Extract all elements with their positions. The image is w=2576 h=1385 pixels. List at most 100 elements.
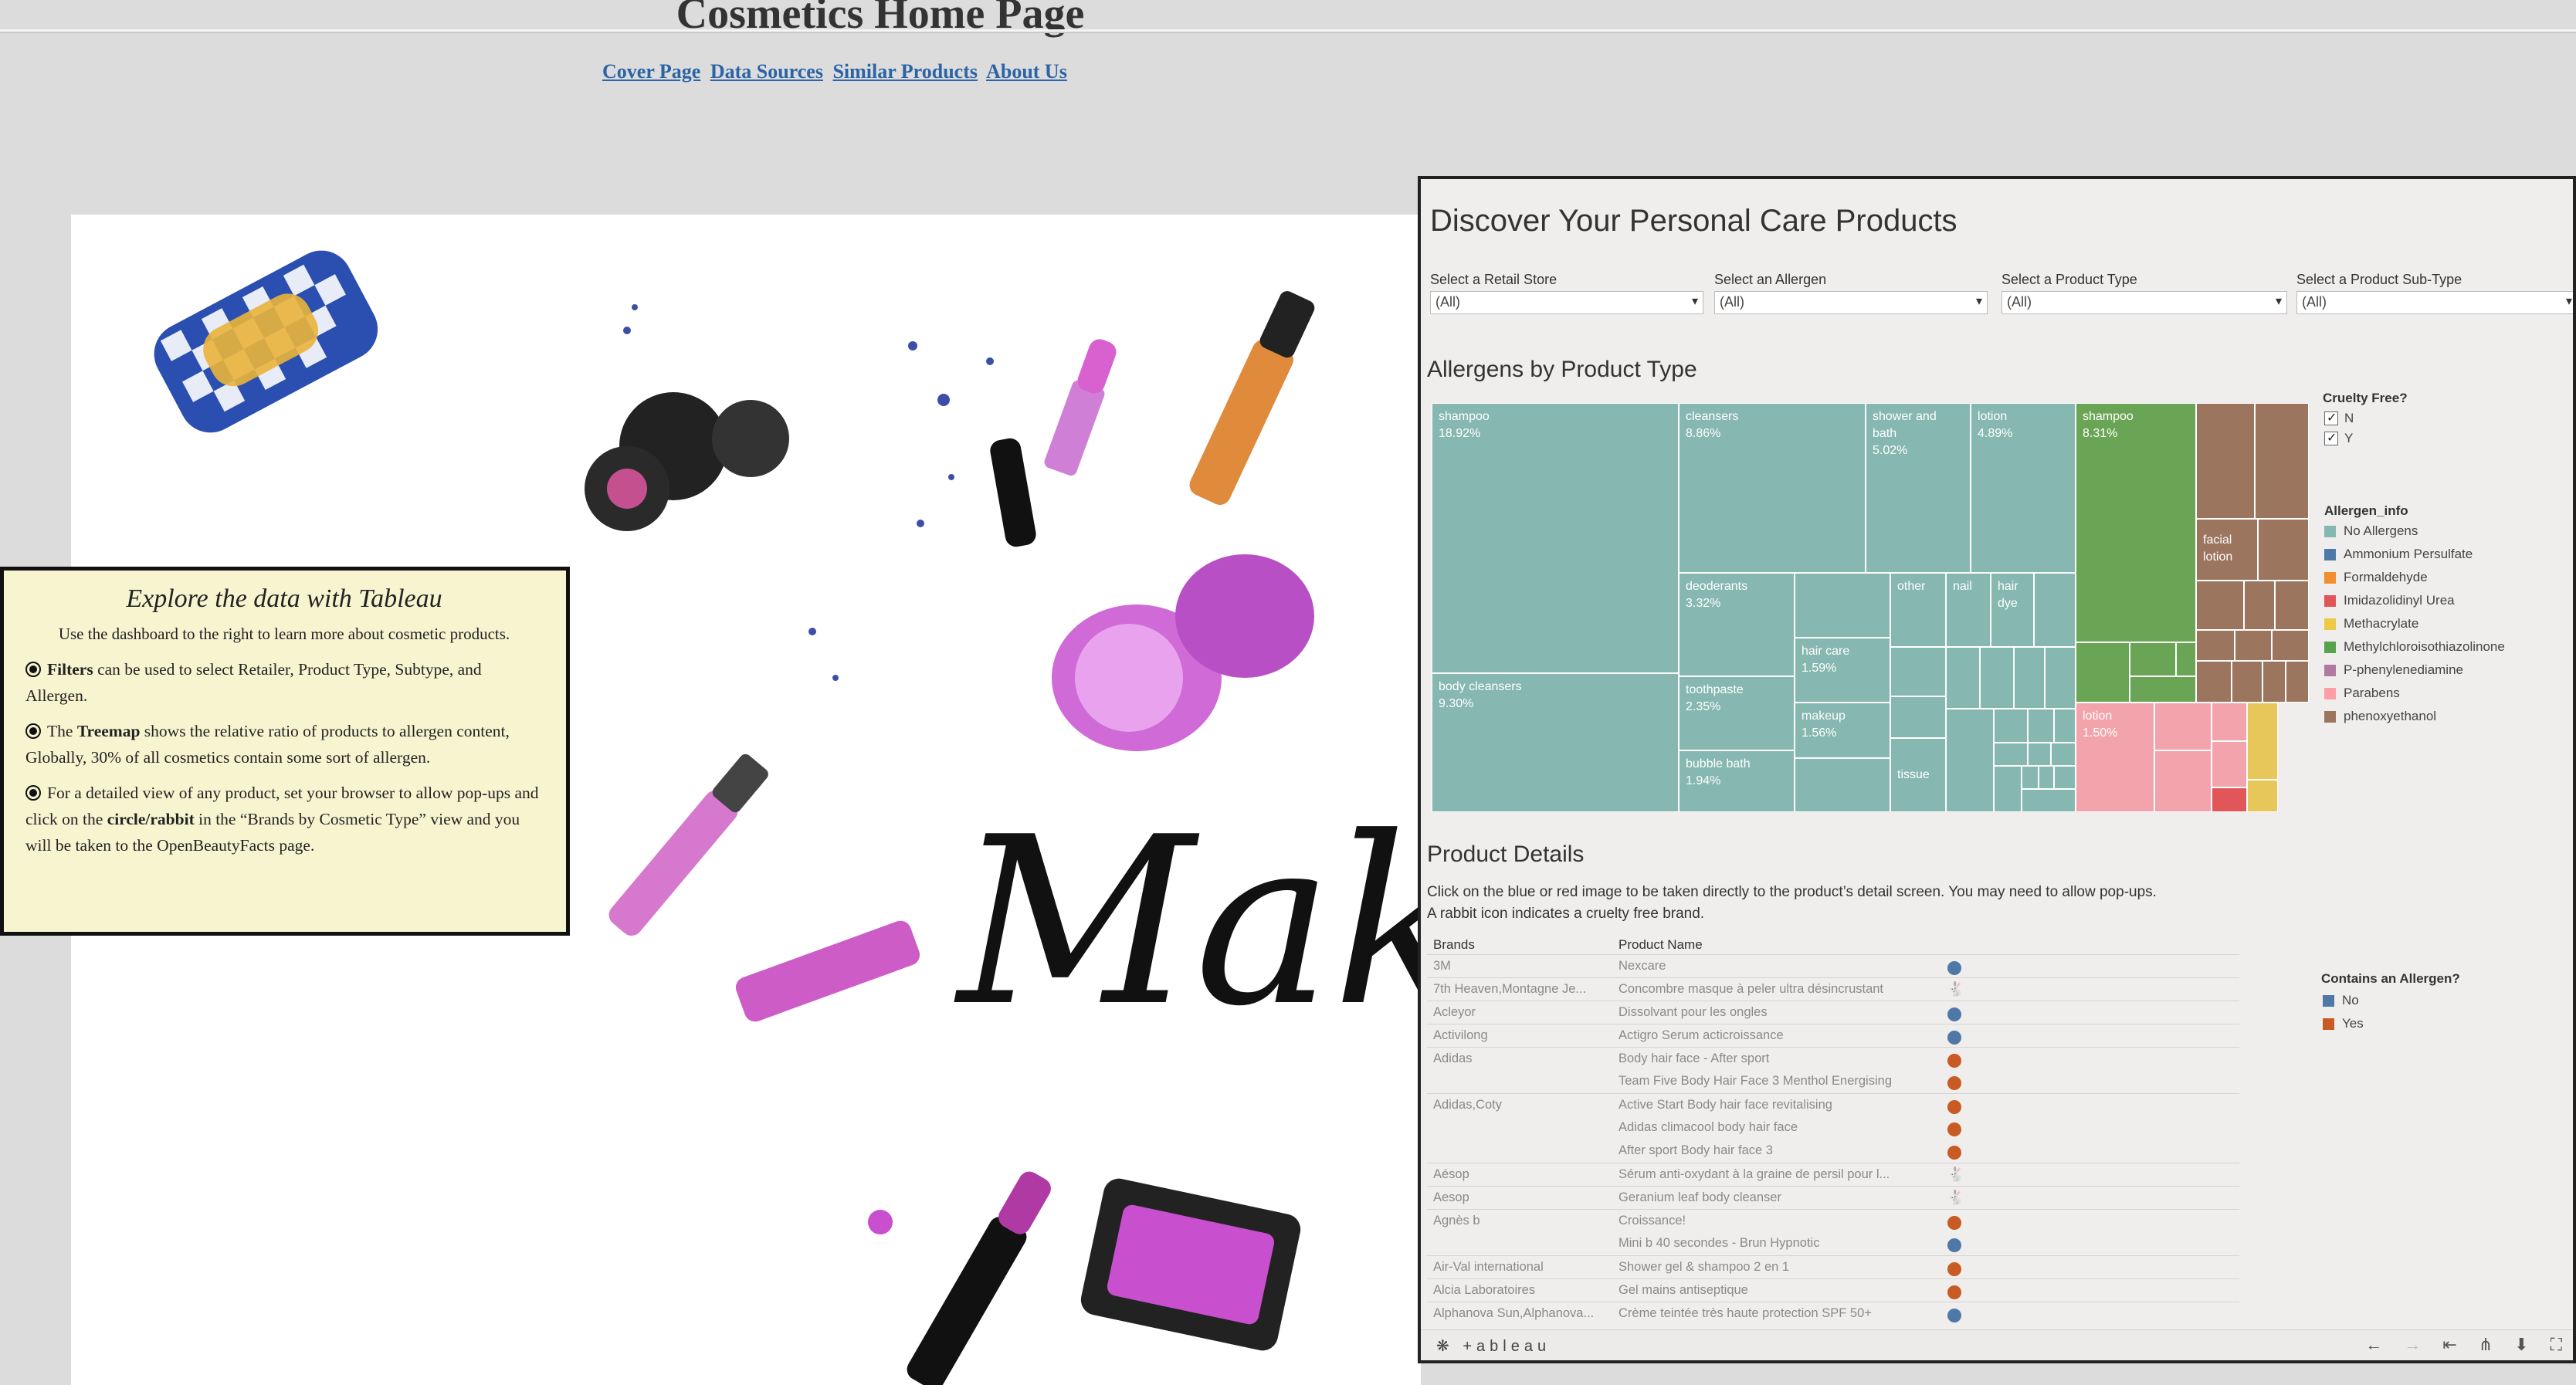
allergen-legend-item[interactable]: P-phenylenediamine [2324, 662, 2463, 678]
treemap-cell-lotion[interactable]: lotion 4.89% [1971, 403, 2076, 573]
nav-about-us[interactable]: About Us [986, 60, 1067, 83]
treemap-cell-small[interactable] [2176, 642, 2196, 676]
allergen-dot-icon[interactable] [1947, 1123, 1961, 1136]
allergen-legend-item[interactable]: Ammonium Persulfate [2324, 547, 2473, 562]
treemap-cell-small[interactable] [2255, 403, 2309, 519]
allergen-dot-icon[interactable] [1947, 1262, 1961, 1276]
treemap-cell-shampoo[interactable]: shampoo 18.92% [1432, 403, 1679, 673]
treemap-cell-cleansers[interactable]: cleansers 8.86% [1679, 403, 1866, 573]
treemap-cell-small[interactable] [1980, 647, 2014, 709]
allergen-select[interactable]: (All) [1714, 291, 1988, 314]
filter-allergen[interactable]: Select an Allergen (All) [1714, 272, 1988, 314]
cruelty-free-y[interactable]: Y [2324, 430, 2353, 446]
treemap-cell-small[interactable] [2130, 676, 2196, 703]
treemap-cell-lotion-parabens[interactable]: lotion 1.50% [2076, 703, 2154, 812]
treemap-cell-small-b[interactable] [1795, 758, 1890, 812]
treemap-cell-nail[interactable]: nail [1946, 573, 1991, 647]
treemap-cell-small[interactable] [2045, 647, 2076, 709]
nav-similar-products[interactable]: Similar Products [832, 60, 978, 83]
undo-icon[interactable]: ← [2365, 1335, 2382, 1355]
treemap-cell-hair-care[interactable]: hair care 1.59% [1795, 638, 1890, 703]
treemap-cell-small[interactable] [2196, 403, 2255, 519]
tableau-logo[interactable]: ❋ +ableau [1436, 1336, 1551, 1356]
treemap-cell-toothpaste[interactable]: toothpaste 2.35% [1679, 676, 1795, 750]
allergen-legend-item[interactable]: Formaldehyde [2324, 570, 2428, 585]
treemap-cell-small[interactable] [2286, 661, 2309, 703]
treemap-cell-shampoo-mci[interactable]: shampoo 8.31% [2076, 403, 2196, 642]
treemap-cell-shower-bath[interactable]: shower and bath 5.02% [1866, 403, 1971, 573]
filter-product-type[interactable]: Select a Product Type (All) [2001, 272, 2287, 314]
treemap-cell-makeup[interactable]: makeup 1.56% [1795, 703, 1890, 758]
allergen-dot-icon[interactable] [1947, 1100, 1961, 1114]
treemap-cell-small[interactable] [1994, 709, 2028, 743]
checkbox-icon[interactable] [2324, 410, 2338, 425]
treemap-cell-small[interactable] [2235, 630, 2272, 661]
treemap-cell-small[interactable] [2244, 581, 2275, 630]
rabbit-icon[interactable]: 🐇 [1947, 1167, 1964, 1183]
allergen-dot-icon[interactable] [1947, 1031, 1961, 1045]
share-icon[interactable]: ⋔ [2479, 1335, 2493, 1355]
allergen-legend-item[interactable]: phenoxyethanol [2324, 709, 2436, 724]
treemap-cell-small[interactable] [2247, 703, 2278, 780]
treemap-cell-small[interactable] [2054, 766, 2076, 789]
treemap-cell-small[interactable] [2051, 743, 2076, 766]
treemap-cell-other[interactable]: other [1890, 573, 1946, 647]
treemap-cell-small[interactable] [2196, 630, 2235, 661]
treemap-cell-small[interactable] [2028, 709, 2054, 743]
allergen-dot-icon[interactable] [1947, 1076, 1961, 1090]
treemap-cell-small-a[interactable] [1795, 573, 1890, 638]
redo-icon[interactable]: → [2404, 1335, 2421, 1355]
retail-store-select[interactable]: (All) [1430, 291, 1703, 314]
treemap-cell-small[interactable] [1994, 743, 2028, 766]
treemap-cell-small[interactable] [2154, 703, 2212, 750]
allergen-dot-icon[interactable] [1947, 1054, 1961, 1068]
treemap-cell-small[interactable] [2039, 766, 2054, 789]
download-icon[interactable]: ⬇ [2514, 1335, 2528, 1355]
product-subtype-select[interactable]: (All) [2296, 291, 2573, 314]
treemap-cell-small[interactable] [2275, 581, 2309, 630]
treemap-cell-facial-lotion[interactable]: facial lotion [2196, 519, 2258, 581]
allergen-legend-item[interactable]: Methylchloroisothiazolinone [2324, 639, 2505, 655]
nav-cover-page[interactable]: Cover Page [602, 60, 700, 83]
treemap-cell-small[interactable] [2076, 642, 2130, 703]
rabbit-icon[interactable]: 🐇 [1947, 1190, 1964, 1206]
treemap-cell-small[interactable] [2196, 581, 2244, 630]
treemap-cell-small[interactable] [1890, 696, 1946, 738]
treemap-cell-small-c[interactable] [2034, 573, 2076, 647]
allergen-dot-icon[interactable] [1947, 961, 1961, 975]
treemap-cell-body-cleansers[interactable]: body cleansers 9.30% [1432, 673, 1679, 812]
treemap-cell-small[interactable] [1946, 709, 1994, 812]
cruelty-free-n[interactable]: N [2324, 410, 2354, 426]
treemap-cell-small[interactable] [2154, 750, 2212, 812]
treemap-cell-small[interactable] [2262, 661, 2286, 703]
rabbit-icon[interactable]: 🐇 [1947, 981, 1964, 997]
treemap-cell-small[interactable] [2054, 709, 2076, 743]
treemap-cell-small[interactable] [2022, 789, 2076, 812]
allergen-dot-icon[interactable] [1947, 1309, 1961, 1322]
treemap-cell-small[interactable] [2196, 661, 2232, 703]
treemap-cell-small[interactable] [2022, 766, 2039, 789]
filter-product-subtype[interactable]: Select a Product Sub-Type (All) [2296, 272, 2573, 314]
allergen-dot-icon[interactable] [1947, 1285, 1961, 1299]
allergen-legend-item[interactable]: Methacrylate [2324, 616, 2418, 632]
treemap-cell-small[interactable] [2272, 630, 2309, 661]
allergen-dot-icon[interactable] [1947, 1238, 1961, 1252]
fullscreen-icon[interactable]: ⛶ [2551, 1335, 2562, 1355]
allergen-treemap[interactable]: shampoo 18.92% cleansers 8.86% shower and … [1432, 403, 2312, 812]
treemap-cell-small[interactable] [1994, 766, 2022, 812]
nav-data-sources[interactable]: Data Sources [710, 60, 823, 83]
treemap-cell-small[interactable] [2212, 703, 2247, 741]
contains-allergen-yes[interactable]: Yes [2323, 1016, 2364, 1031]
allergen-legend-item[interactable]: Imidazolidinyl Urea [2324, 593, 2455, 608]
treemap-cell-small[interactable] [2258, 519, 2309, 581]
treemap-cell-small[interactable] [2212, 741, 2247, 787]
treemap-cell-small[interactable] [2212, 787, 2247, 812]
allergen-dot-icon[interactable] [1947, 1007, 1961, 1021]
treemap-cell-small[interactable] [2014, 647, 2045, 709]
allergen-dot-icon[interactable] [1947, 1216, 1961, 1230]
revert-icon[interactable]: ⇤ [2442, 1335, 2456, 1355]
treemap-cell-bubble-bath[interactable]: bubble bath 1.94% [1679, 750, 1795, 812]
allergen-dot-icon[interactable] [1947, 1146, 1961, 1160]
treemap-cell-small[interactable] [1890, 647, 1946, 696]
treemap-cell-small[interactable] [2028, 743, 2051, 766]
